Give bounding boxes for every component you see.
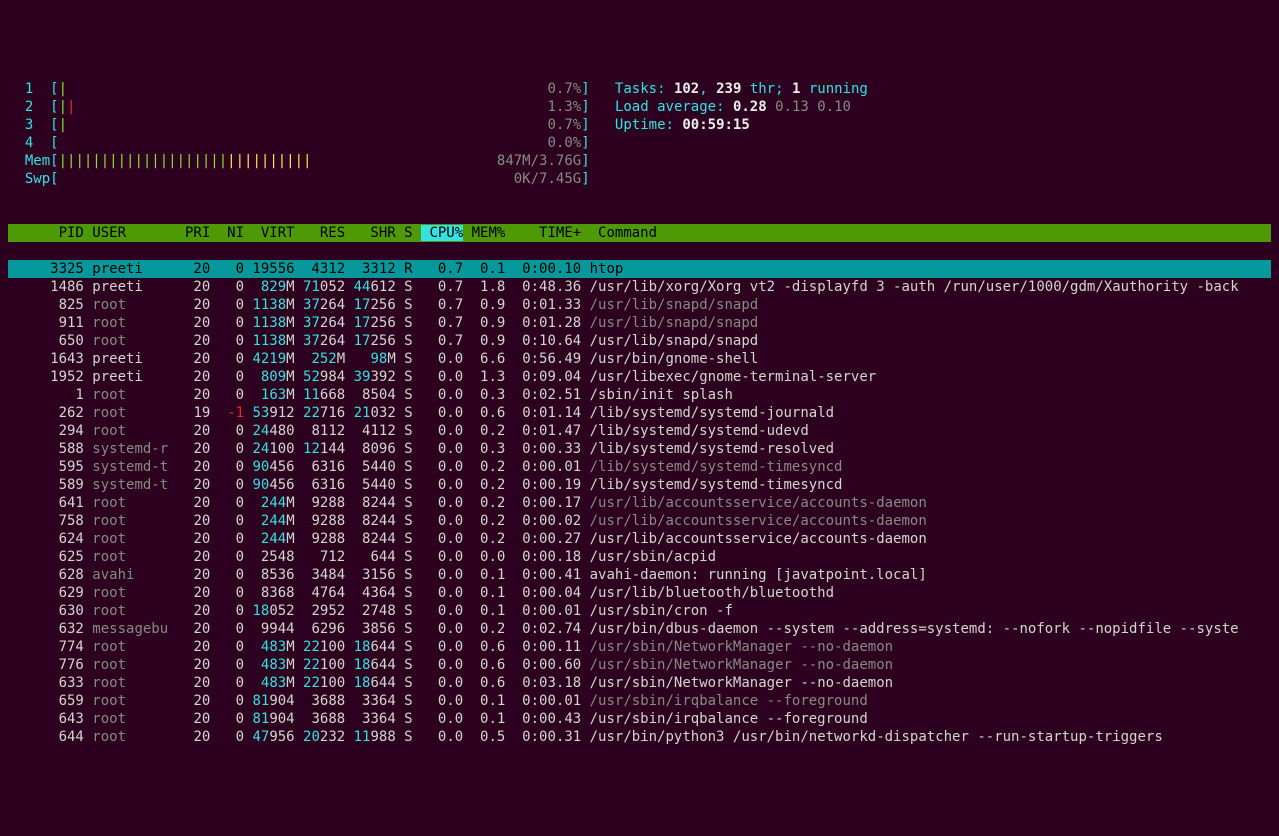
cpu-meter-3: 3 [| 0.7%] Uptime: 00:59:15 [8, 116, 1271, 134]
process-row[interactable]: 825 root 20 0 1138M 37264 17256 S 0.7 0.… [8, 296, 1271, 314]
mem-meter: Mem[|||||||||||||||||||||||||||||| 847M/… [8, 152, 1271, 170]
process-row[interactable]: 1643 preeti 20 0 4219M 252M 98M S 0.0 6.… [8, 350, 1271, 368]
process-row[interactable]: 595 systemd-t 20 0 90456 6316 5440 S 0.0… [8, 458, 1271, 476]
process-row[interactable]: 294 root 20 0 24480 8112 4112 S 0.0 0.2 … [8, 422, 1271, 440]
process-row[interactable]: 643 root 20 0 81904 3688 3364 S 0.0 0.1 … [8, 710, 1271, 728]
process-row[interactable]: 776 root 20 0 483M 22100 18644 S 0.0 0.6… [8, 656, 1271, 674]
swap-meter: Swp[ 0K/7.45G] [8, 170, 1271, 188]
cpu-meter-4: 4 [ 0.0%] [8, 134, 1271, 152]
process-row[interactable]: 630 root 20 0 18052 2952 2748 S 0.0 0.1 … [8, 602, 1271, 620]
process-row[interactable]: 774 root 20 0 483M 22100 18644 S 0.0 0.6… [8, 638, 1271, 656]
process-row[interactable]: 911 root 20 0 1138M 37264 17256 S 0.7 0.… [8, 314, 1271, 332]
process-row[interactable]: 589 systemd-t 20 0 90456 6316 5440 S 0.0… [8, 476, 1271, 494]
process-row[interactable]: 628 avahi 20 0 8536 3484 3156 S 0.0 0.1 … [8, 566, 1271, 584]
process-row[interactable]: 625 root 20 0 2548 712 644 S 0.0 0.0 0:0… [8, 548, 1271, 566]
process-row[interactable]: 641 root 20 0 244M 9288 8244 S 0.0 0.2 0… [8, 494, 1271, 512]
process-row[interactable]: 659 root 20 0 81904 3688 3364 S 0.0 0.1 … [8, 692, 1271, 710]
cpu-meter-1: 1 [| 0.7%] Tasks: 102, 239 thr; 1 runnin… [8, 80, 1271, 98]
process-row[interactable]: 629 root 20 0 8368 4764 4364 S 0.0 0.1 0… [8, 584, 1271, 602]
process-list[interactable]: 3325 preeti 20 0 19556 4312 3312 R 0.7 0… [8, 260, 1271, 746]
process-row[interactable]: 758 root 20 0 244M 9288 8244 S 0.0 0.2 0… [8, 512, 1271, 530]
process-row[interactable]: 1952 preeti 20 0 809M 52984 39392 S 0.0 … [8, 368, 1271, 386]
process-row[interactable]: 262 root 19 -1 53912 22716 21032 S 0.0 0… [8, 404, 1271, 422]
process-row[interactable]: 1 root 20 0 163M 11668 8504 S 0.0 0.3 0:… [8, 386, 1271, 404]
cpu-meter-2: 2 [|| 1.3%] Load average: 0.28 0.13 0.10 [8, 98, 1271, 116]
process-row[interactable]: 1486 preeti 20 0 829M 71052 44612 S 0.7 … [8, 278, 1271, 296]
process-row[interactable]: 644 root 20 0 47956 20232 11988 S 0.0 0.… [8, 728, 1271, 746]
process-row[interactable]: 632 messagebu 20 0 9944 6296 3856 S 0.0 … [8, 620, 1271, 638]
process-row[interactable]: 588 systemd-r 20 0 24100 12144 8096 S 0.… [8, 440, 1271, 458]
process-row[interactable]: 650 root 20 0 1138M 37264 17256 S 0.7 0.… [8, 332, 1271, 350]
meters-panel: 1 [| 0.7%] Tasks: 102, 239 thr; 1 runnin… [8, 80, 1271, 206]
process-row[interactable]: 624 root 20 0 244M 9288 8244 S 0.0 0.2 0… [8, 530, 1271, 548]
column-header-row[interactable]: PID USER PRI NI VIRT RES SHR S CPU% MEM%… [8, 224, 1271, 242]
process-row[interactable]: 3325 preeti 20 0 19556 4312 3312 R 0.7 0… [8, 260, 1271, 278]
process-row[interactable]: 633 root 20 0 483M 22100 18644 S 0.0 0.6… [8, 674, 1271, 692]
